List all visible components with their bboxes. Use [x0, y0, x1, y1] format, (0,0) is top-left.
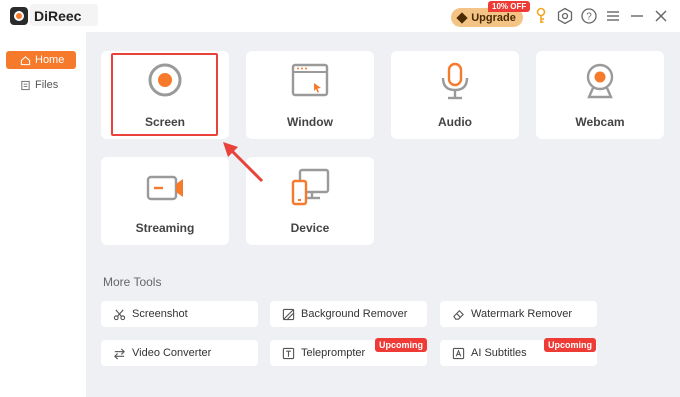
sidebar-item-home[interactable]: Home	[6, 51, 76, 69]
file-icon	[21, 80, 30, 90]
home-icon	[20, 55, 31, 65]
audio-mode-card[interactable]: Audio	[391, 51, 519, 139]
app-name: DiReec	[34, 8, 82, 24]
sidebar-item-files[interactable]: Files	[6, 76, 76, 94]
upgrade-label: Upgrade	[471, 11, 516, 24]
minimize-icon[interactable]	[628, 7, 646, 25]
settings-icon[interactable]	[556, 7, 574, 25]
tool-label: Background Remover	[301, 308, 408, 320]
highlight-box	[111, 53, 218, 136]
devices-icon	[291, 168, 330, 206]
window-icon	[291, 63, 329, 97]
title-bar: DiReec Upgrade 10% OFF ?	[0, 0, 680, 32]
audio-mode-label: Audio	[438, 115, 472, 129]
sidebar-item-label: Files	[35, 79, 59, 91]
discount-badge: 10% OFF	[488, 1, 531, 12]
webcam-mode-label: Webcam	[575, 115, 625, 129]
watermark-remover-tool[interactable]: Watermark Remover	[440, 301, 597, 327]
sidebar-item-label: Home	[35, 54, 65, 66]
upcoming-badge: Upcoming	[375, 338, 427, 352]
eraser-icon	[453, 309, 464, 320]
window-mode-card[interactable]: Window	[246, 51, 374, 139]
close-icon[interactable]	[652, 7, 670, 25]
help-icon[interactable]: ?	[580, 7, 598, 25]
tool-label: AI Subtitles	[471, 347, 527, 359]
diamond-icon	[456, 11, 468, 24]
convert-icon	[114, 347, 125, 359]
key-icon[interactable]	[532, 7, 550, 25]
tool-label: Video Converter	[132, 347, 212, 359]
microphone-icon	[441, 62, 469, 100]
video-converter-tool[interactable]: Video Converter	[101, 340, 258, 366]
background-remover-tool[interactable]: Background Remover	[270, 301, 427, 327]
screenshot-tool[interactable]: Screenshot	[101, 301, 258, 327]
tool-label: Teleprompter	[301, 347, 366, 359]
webcam-mode-card[interactable]: Webcam	[536, 51, 664, 139]
tool-label: Screenshot	[132, 308, 188, 320]
image-icon	[282, 308, 295, 320]
text-icon	[282, 347, 295, 359]
streaming-mode-card[interactable]: Streaming	[101, 157, 229, 245]
upcoming-badge: Upcoming	[544, 338, 596, 352]
camera-icon	[146, 175, 183, 201]
webcam-icon	[586, 63, 614, 99]
tool-label: Watermark Remover	[471, 308, 573, 320]
streaming-mode-label: Streaming	[135, 221, 195, 235]
app-logo-icon	[10, 7, 28, 25]
pointer-arrow-icon	[223, 142, 264, 183]
sidebar: Home Files	[0, 32, 86, 397]
svg-text:?: ?	[586, 12, 592, 23]
menu-icon[interactable]	[604, 7, 622, 25]
device-mode-label: Device	[290, 221, 330, 235]
window-mode-label: Window	[287, 115, 333, 129]
subtitle-icon	[452, 347, 465, 359]
more-tools-title: More Tools	[103, 275, 162, 289]
scissors-icon	[113, 308, 126, 320]
